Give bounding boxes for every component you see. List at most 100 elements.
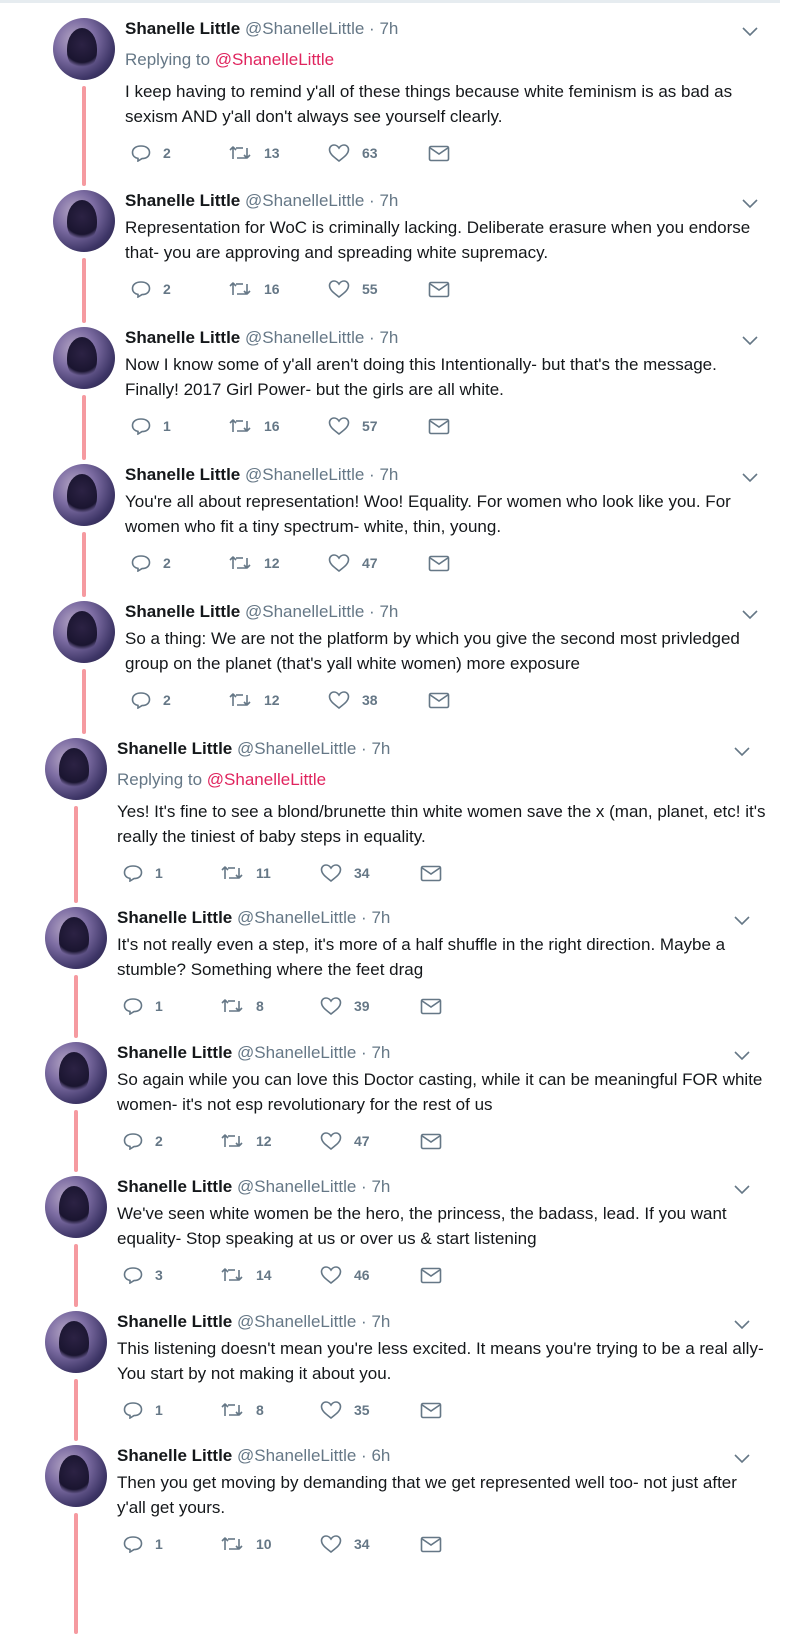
dm-button[interactable] <box>420 1129 442 1153</box>
like-button[interactable]: 47 <box>320 1129 370 1153</box>
reply-button[interactable]: 1 <box>123 861 163 885</box>
avatar[interactable] <box>45 1176 107 1238</box>
author-handle[interactable]: @ShanelleLittle <box>245 602 364 621</box>
tweet-time[interactable]: 6h <box>371 1446 390 1465</box>
dm-button[interactable] <box>428 551 450 575</box>
avatar[interactable] <box>45 738 107 800</box>
author-handle[interactable]: @ShanelleLittle <box>237 1043 356 1062</box>
author-name[interactable]: Shanelle Little <box>117 908 232 927</box>
reply-button[interactable]: 1 <box>131 414 171 438</box>
like-button[interactable]: 34 <box>320 861 370 885</box>
retweet-button[interactable]: 8 <box>220 1398 264 1422</box>
dm-button[interactable] <box>420 1263 442 1287</box>
avatar[interactable] <box>45 1445 107 1507</box>
retweet-button[interactable]: 13 <box>228 141 280 165</box>
dm-button[interactable] <box>428 141 450 165</box>
chevron-down-icon[interactable] <box>733 914 751 928</box>
author-name[interactable]: Shanelle Little <box>125 465 240 484</box>
avatar[interactable] <box>53 327 115 389</box>
tweet-time[interactable]: 7h <box>371 1312 390 1331</box>
tweet-time[interactable]: 7h <box>379 328 398 347</box>
author-name[interactable]: Shanelle Little <box>117 739 232 758</box>
chevron-down-icon[interactable] <box>733 1183 751 1197</box>
dm-button[interactable] <box>428 277 450 301</box>
tweet-time[interactable]: 7h <box>379 19 398 38</box>
like-button[interactable]: 57 <box>328 414 378 438</box>
retweet-button[interactable]: 12 <box>220 1129 272 1153</box>
replying-to-mention[interactable]: @ShanelleLittle <box>207 770 326 789</box>
author-handle[interactable]: @ShanelleLittle <box>245 19 364 38</box>
avatar[interactable] <box>45 1042 107 1104</box>
like-button[interactable]: 47 <box>328 551 378 575</box>
tweet-time[interactable]: 7h <box>379 602 398 621</box>
reply-button[interactable]: 3 <box>123 1263 163 1287</box>
avatar[interactable] <box>53 464 115 526</box>
tweet-time[interactable]: 7h <box>379 465 398 484</box>
reply-button[interactable]: 1 <box>123 1398 163 1422</box>
chevron-down-icon[interactable] <box>733 1049 751 1063</box>
chevron-down-icon[interactable] <box>741 25 759 39</box>
chevron-down-icon[interactable] <box>741 471 759 485</box>
dm-button[interactable] <box>428 688 450 712</box>
retweet-button[interactable]: 10 <box>220 1532 272 1556</box>
retweet-button[interactable]: 14 <box>220 1263 272 1287</box>
reply-button[interactable]: 2 <box>131 688 171 712</box>
tweet-time[interactable]: 7h <box>371 1177 390 1196</box>
avatar[interactable] <box>53 601 115 663</box>
author-name[interactable]: Shanelle Little <box>125 602 240 621</box>
reply-button[interactable]: 1 <box>123 994 163 1018</box>
author-handle[interactable]: @ShanelleLittle <box>245 465 364 484</box>
author-handle[interactable]: @ShanelleLittle <box>245 328 364 347</box>
author-handle[interactable]: @ShanelleLittle <box>237 1177 356 1196</box>
author-handle[interactable]: @ShanelleLittle <box>245 191 364 210</box>
dm-button[interactable] <box>420 861 442 885</box>
replying-to-mention[interactable]: @ShanelleLittle <box>215 50 334 69</box>
author-handle[interactable]: @ShanelleLittle <box>237 1312 356 1331</box>
dm-button[interactable] <box>420 994 442 1018</box>
like-button[interactable]: 63 <box>328 141 378 165</box>
tweet-time[interactable]: 7h <box>379 191 398 210</box>
author-name[interactable]: Shanelle Little <box>117 1043 232 1062</box>
author-handle[interactable]: @ShanelleLittle <box>237 1446 356 1465</box>
dm-button[interactable] <box>420 1532 442 1556</box>
retweet-button[interactable]: 8 <box>220 994 264 1018</box>
like-button[interactable]: 35 <box>320 1398 370 1422</box>
author-name[interactable]: Shanelle Little <box>117 1446 232 1465</box>
dm-button[interactable] <box>420 1398 442 1422</box>
avatar[interactable] <box>53 190 115 252</box>
reply-button[interactable]: 2 <box>131 551 171 575</box>
tweet-time[interactable]: 7h <box>371 739 390 758</box>
author-name[interactable]: Shanelle Little <box>117 1312 232 1331</box>
chevron-down-icon[interactable] <box>741 197 759 211</box>
author-name[interactable]: Shanelle Little <box>117 1177 232 1196</box>
like-button[interactable]: 46 <box>320 1263 370 1287</box>
chevron-down-icon[interactable] <box>733 745 751 759</box>
like-button[interactable]: 39 <box>320 994 370 1018</box>
dm-button[interactable] <box>428 414 450 438</box>
author-name[interactable]: Shanelle Little <box>125 328 240 347</box>
tweet-time[interactable]: 7h <box>371 1043 390 1062</box>
retweet-button[interactable]: 16 <box>228 414 280 438</box>
avatar[interactable] <box>45 1311 107 1373</box>
retweet-button[interactable]: 16 <box>228 277 280 301</box>
reply-button[interactable]: 2 <box>131 141 171 165</box>
like-button[interactable]: 55 <box>328 277 378 301</box>
retweet-button[interactable]: 12 <box>228 551 280 575</box>
author-handle[interactable]: @ShanelleLittle <box>237 739 356 758</box>
avatar[interactable] <box>53 18 115 80</box>
retweet-button[interactable]: 11 <box>220 861 271 885</box>
chevron-down-icon[interactable] <box>741 608 759 622</box>
retweet-button[interactable]: 12 <box>228 688 280 712</box>
reply-button[interactable]: 1 <box>123 1532 163 1556</box>
author-name[interactable]: Shanelle Little <box>125 191 240 210</box>
avatar[interactable] <box>45 907 107 969</box>
like-button[interactable]: 38 <box>328 688 378 712</box>
chevron-down-icon[interactable] <box>733 1318 751 1332</box>
chevron-down-icon[interactable] <box>741 334 759 348</box>
tweet-time[interactable]: 7h <box>371 908 390 927</box>
reply-button[interactable]: 2 <box>131 277 171 301</box>
author-name[interactable]: Shanelle Little <box>125 19 240 38</box>
author-handle[interactable]: @ShanelleLittle <box>237 908 356 927</box>
chevron-down-icon[interactable] <box>733 1452 751 1466</box>
like-button[interactable]: 34 <box>320 1532 370 1556</box>
